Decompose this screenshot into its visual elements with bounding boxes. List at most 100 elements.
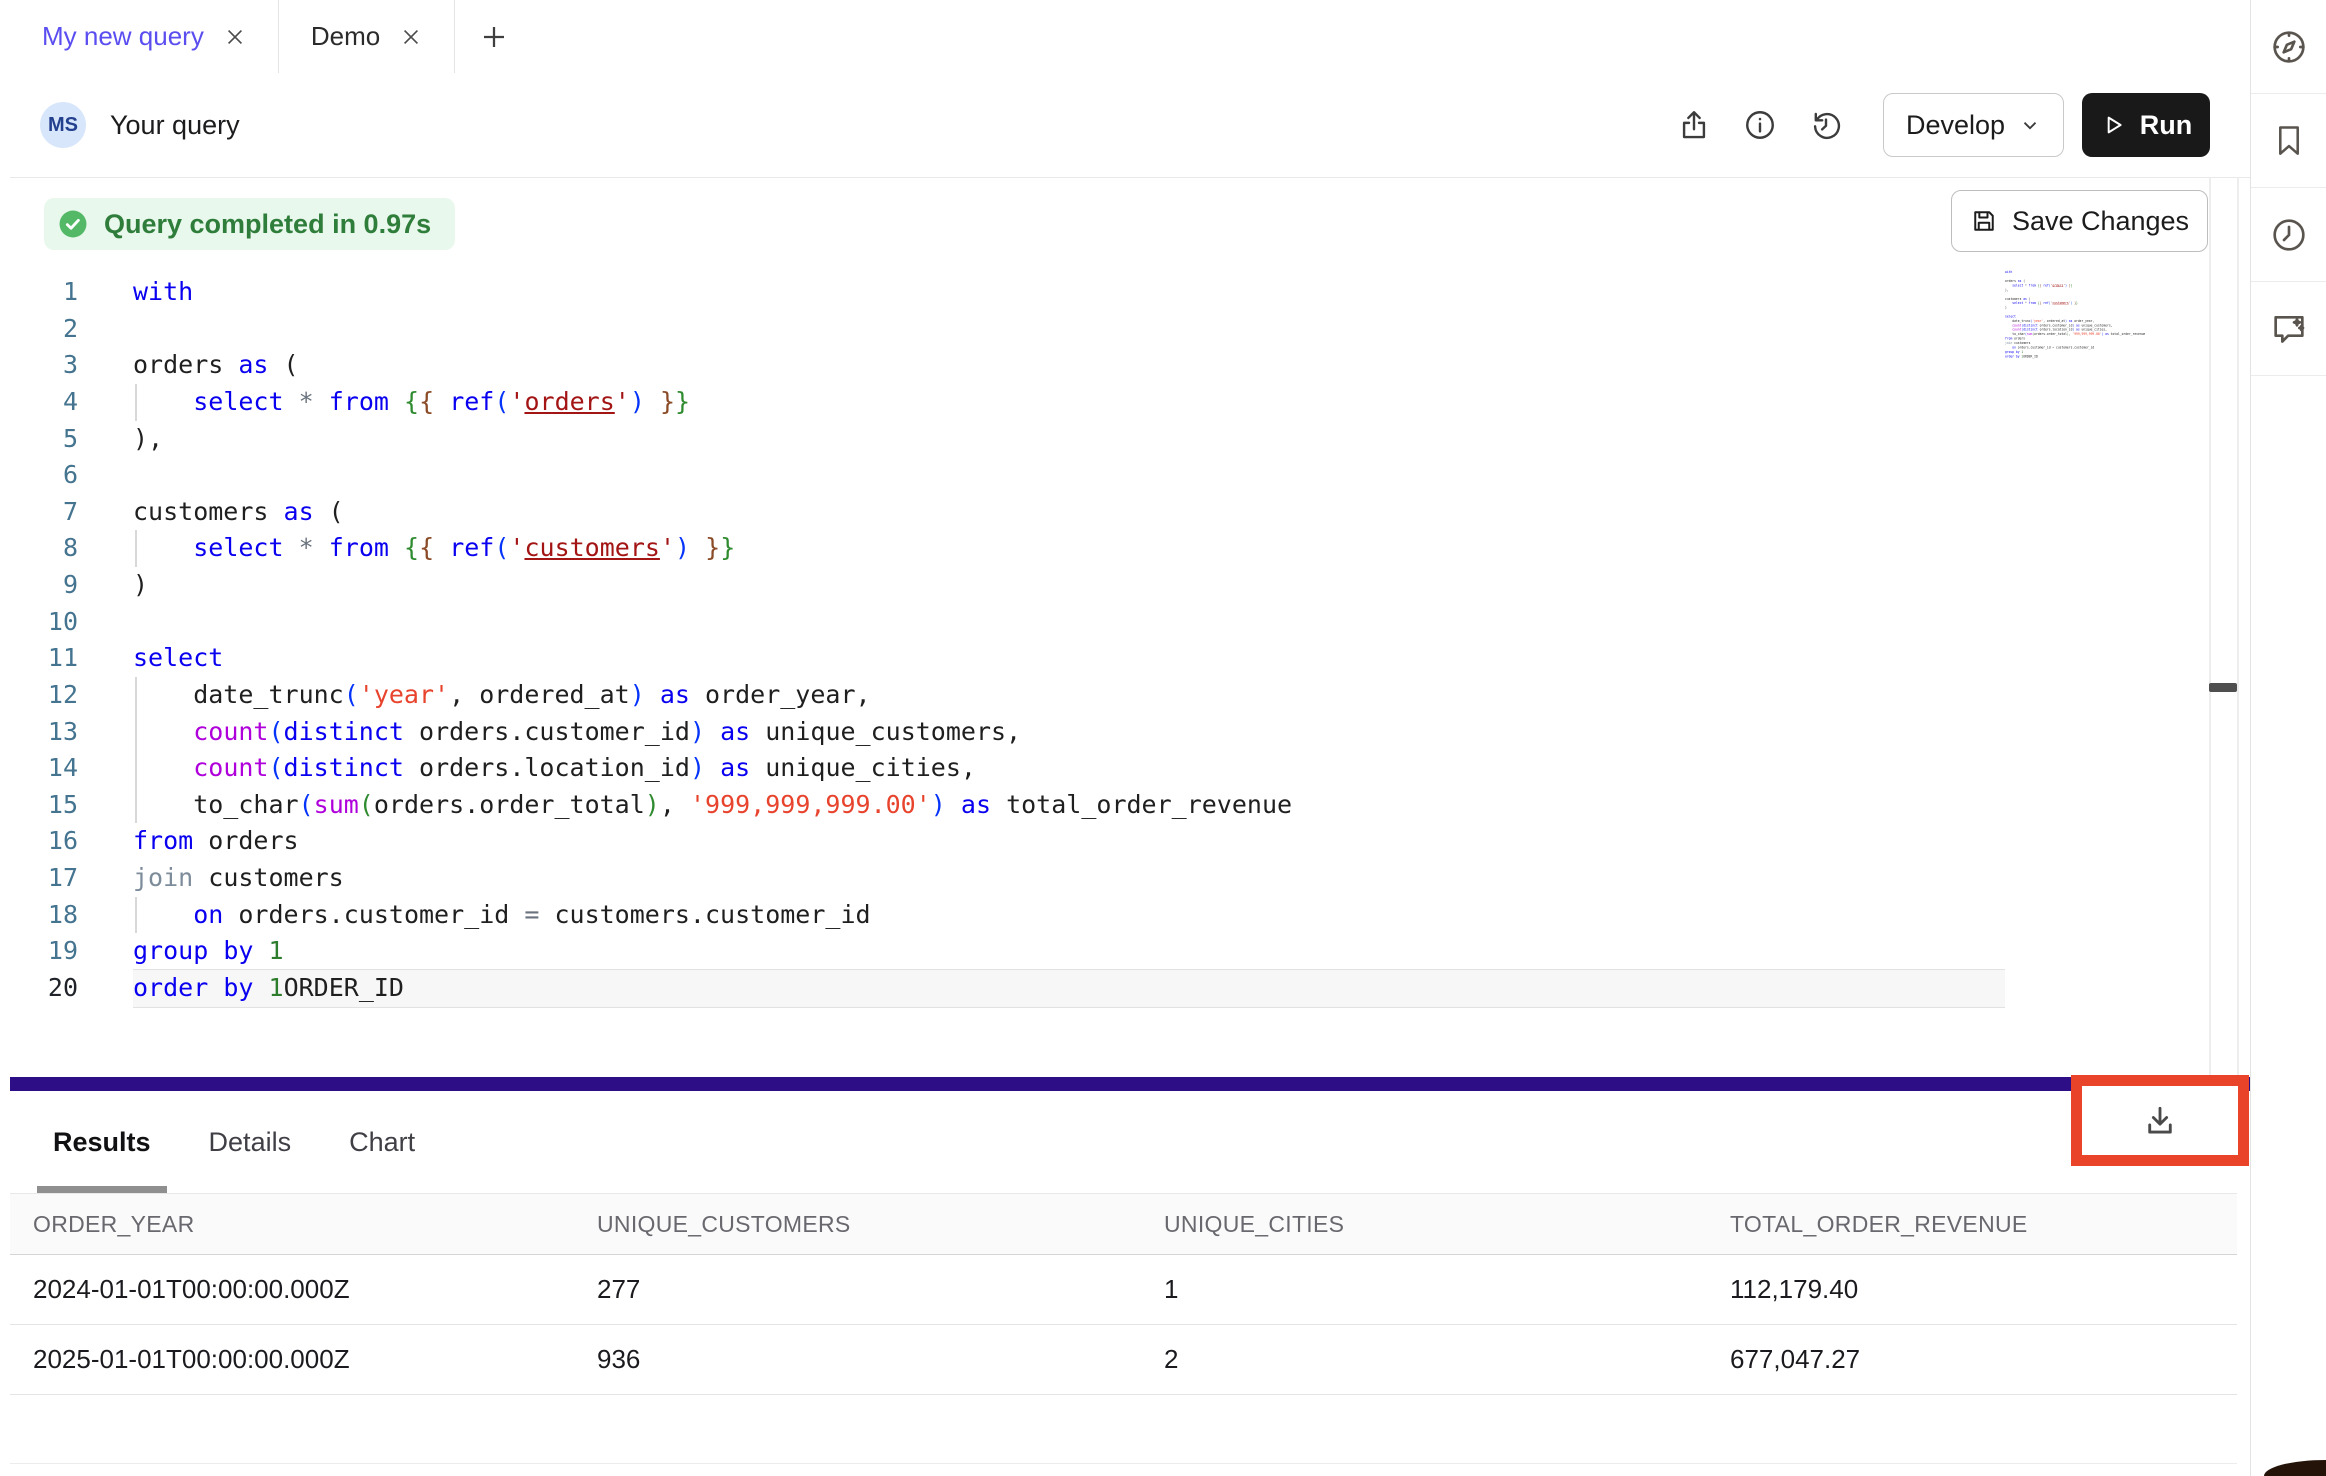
scrollbar-thumb[interactable] — [2209, 683, 2237, 692]
tab-details[interactable]: Details — [193, 1091, 308, 1193]
code-text: count(distinct orders.customer_id) as un… — [133, 714, 1021, 751]
code-text: on orders.customer_id = customers.custom… — [133, 897, 871, 934]
line-number: 14 — [10, 750, 78, 787]
avatar: MS — [40, 102, 86, 148]
table-empty-row — [10, 1396, 2237, 1464]
line-number: 12 — [10, 677, 78, 714]
develop-label: Develop — [1906, 110, 2005, 141]
history-icon[interactable] — [1808, 107, 1844, 143]
save-changes-button[interactable]: Save Changes — [1951, 190, 2208, 252]
tab-my-new-query[interactable]: My new query — [10, 0, 279, 73]
column-header: TOTAL_ORDER_REVENUE — [1730, 1211, 2237, 1238]
code-line[interactable]: 2 — [10, 311, 2250, 348]
line-number: 2 — [10, 311, 78, 348]
line-number: 9 — [10, 567, 78, 604]
code-text: date_trunc('year', ordered_at) as order_… — [133, 677, 871, 714]
tab-label: My new query — [42, 21, 204, 52]
tab-results[interactable]: Results — [37, 1091, 167, 1193]
new-tab-button[interactable] — [455, 0, 533, 73]
tab-label: Demo — [311, 21, 380, 52]
code-text: to_char(sum(orders.order_total), '999,99… — [133, 787, 1292, 824]
status-message: Query completed in 0.97s — [104, 209, 431, 240]
cell-unique-cities: 1 — [1164, 1274, 1730, 1305]
compass-icon[interactable] — [2251, 0, 2326, 94]
line-number: 7 — [10, 494, 78, 531]
code-line[interactable]: 12 date_trunc('year', ordered_at) as ord… — [10, 677, 2250, 714]
code-line[interactable]: 5), — [10, 421, 2250, 458]
download-icon — [2141, 1102, 2179, 1140]
code-line[interactable]: 3orders as ( — [10, 347, 2250, 384]
sql-ide-app: My new query Demo MS Your query — [0, 0, 2326, 1476]
panel-resize-handle[interactable] — [10, 1077, 2250, 1091]
code-line[interactable]: 7 customers as ( — [10, 494, 2250, 531]
code-line[interactable]: 16 from orders — [10, 823, 2250, 860]
line-number: 18 — [10, 897, 78, 934]
code-line[interactable]: 10 — [10, 604, 2250, 641]
tab-chart[interactable]: Chart — [333, 1091, 431, 1193]
code-line[interactable]: 4 select * from {{ ref('orders') }} — [10, 384, 2250, 421]
code-line[interactable]: 15 to_char(sum(orders.order_total), '999… — [10, 787, 2250, 824]
line-number: 19 — [10, 933, 78, 970]
close-icon[interactable] — [224, 26, 246, 48]
code-line[interactable]: 14 count(distinct orders.location_id) as… — [10, 750, 2250, 787]
results-tab-bar: Results Details Chart — [10, 1091, 2250, 1193]
code-line[interactable]: 13 count(distinct orders.customer_id) as… — [10, 714, 2250, 751]
share-icon[interactable] — [1676, 107, 1712, 143]
query-toolbar: MS Your query Develop — [10, 73, 2250, 178]
clock-icon[interactable] — [2251, 188, 2326, 282]
line-number: 8 — [10, 530, 78, 567]
code-text: from orders — [133, 823, 299, 860]
code-line[interactable]: 9) — [10, 567, 2250, 604]
toolbar-actions: Develop Run — [1676, 93, 2250, 157]
chevron-down-icon — [2019, 114, 2041, 136]
code-text: orders as ( — [133, 347, 299, 384]
code-text: ), — [133, 421, 163, 458]
table-row: 2024-01-01T00:00:00.000Z 277 1 112,179.4… — [10, 1255, 2237, 1325]
code-line[interactable]: 11 select — [10, 640, 2250, 677]
code-line[interactable]: 18 on orders.customer_id = customers.cus… — [10, 897, 2250, 934]
code-line[interactable]: 17join customers — [10, 860, 2250, 897]
line-number: 17 — [10, 860, 78, 897]
code-text: select — [133, 640, 223, 677]
plus-icon — [479, 22, 509, 52]
line-number: 1 — [10, 274, 78, 311]
line-number: 11 — [10, 640, 78, 677]
cell-unique-customers: 277 — [597, 1274, 1164, 1305]
code-line[interactable]: 6 — [10, 457, 2250, 494]
cell-order-year: 2024-01-01T00:00:00.000Z — [33, 1274, 597, 1305]
column-header: ORDER_YEAR — [33, 1211, 597, 1238]
develop-dropdown[interactable]: Develop — [1883, 93, 2064, 157]
column-header: UNIQUE_CITIES — [1164, 1211, 1730, 1238]
run-button[interactable]: Run — [2082, 93, 2210, 157]
line-number: 4 — [10, 384, 78, 421]
code-text: customers as ( — [133, 494, 344, 531]
tab-label: Details — [209, 1127, 292, 1158]
code-line[interactable]: 20order by 1ORDER_ID — [10, 970, 2250, 1007]
code-text: order by 1ORDER_ID — [133, 970, 404, 1007]
cell-unique-customers: 936 — [597, 1344, 1164, 1375]
file-tab-bar: My new query Demo — [10, 0, 2250, 74]
code-line[interactable]: 8 select * from {{ ref('customers') }} — [10, 530, 2250, 567]
cell-total-order-revenue: 112,179.40 — [1730, 1274, 2237, 1305]
code-text: group by 1 — [133, 933, 284, 970]
right-icon-sidebar — [2250, 0, 2326, 1476]
tab-demo[interactable]: Demo — [279, 0, 455, 73]
line-number: 16 — [10, 823, 78, 860]
cell-order-year: 2025-01-01T00:00:00.000Z — [33, 1344, 597, 1375]
download-results-button[interactable] — [2138, 1099, 2182, 1143]
code-text: select * from {{ ref('orders') }} — [133, 384, 690, 421]
code-editor[interactable]: 1with23orders as (4 select * from {{ ref… — [10, 274, 2250, 1007]
tab-label: Chart — [349, 1127, 415, 1158]
play-icon — [2100, 112, 2126, 138]
ai-chat-icon[interactable] — [2251, 282, 2326, 376]
save-icon — [1970, 207, 1998, 235]
minimap[interactable]: withorders as ( select * from {{ ref('or… — [2005, 270, 2147, 368]
close-icon[interactable] — [400, 26, 422, 48]
code-text: count(distinct orders.location_id) as un… — [133, 750, 976, 787]
code-text: ) — [133, 567, 148, 604]
bookmark-icon[interactable] — [2251, 94, 2326, 188]
info-icon[interactable] — [1742, 107, 1778, 143]
code-line[interactable]: 19 group by 1 — [10, 933, 2250, 970]
code-line[interactable]: 1with — [10, 274, 2250, 311]
cell-total-order-revenue: 677,047.27 — [1730, 1344, 2237, 1375]
